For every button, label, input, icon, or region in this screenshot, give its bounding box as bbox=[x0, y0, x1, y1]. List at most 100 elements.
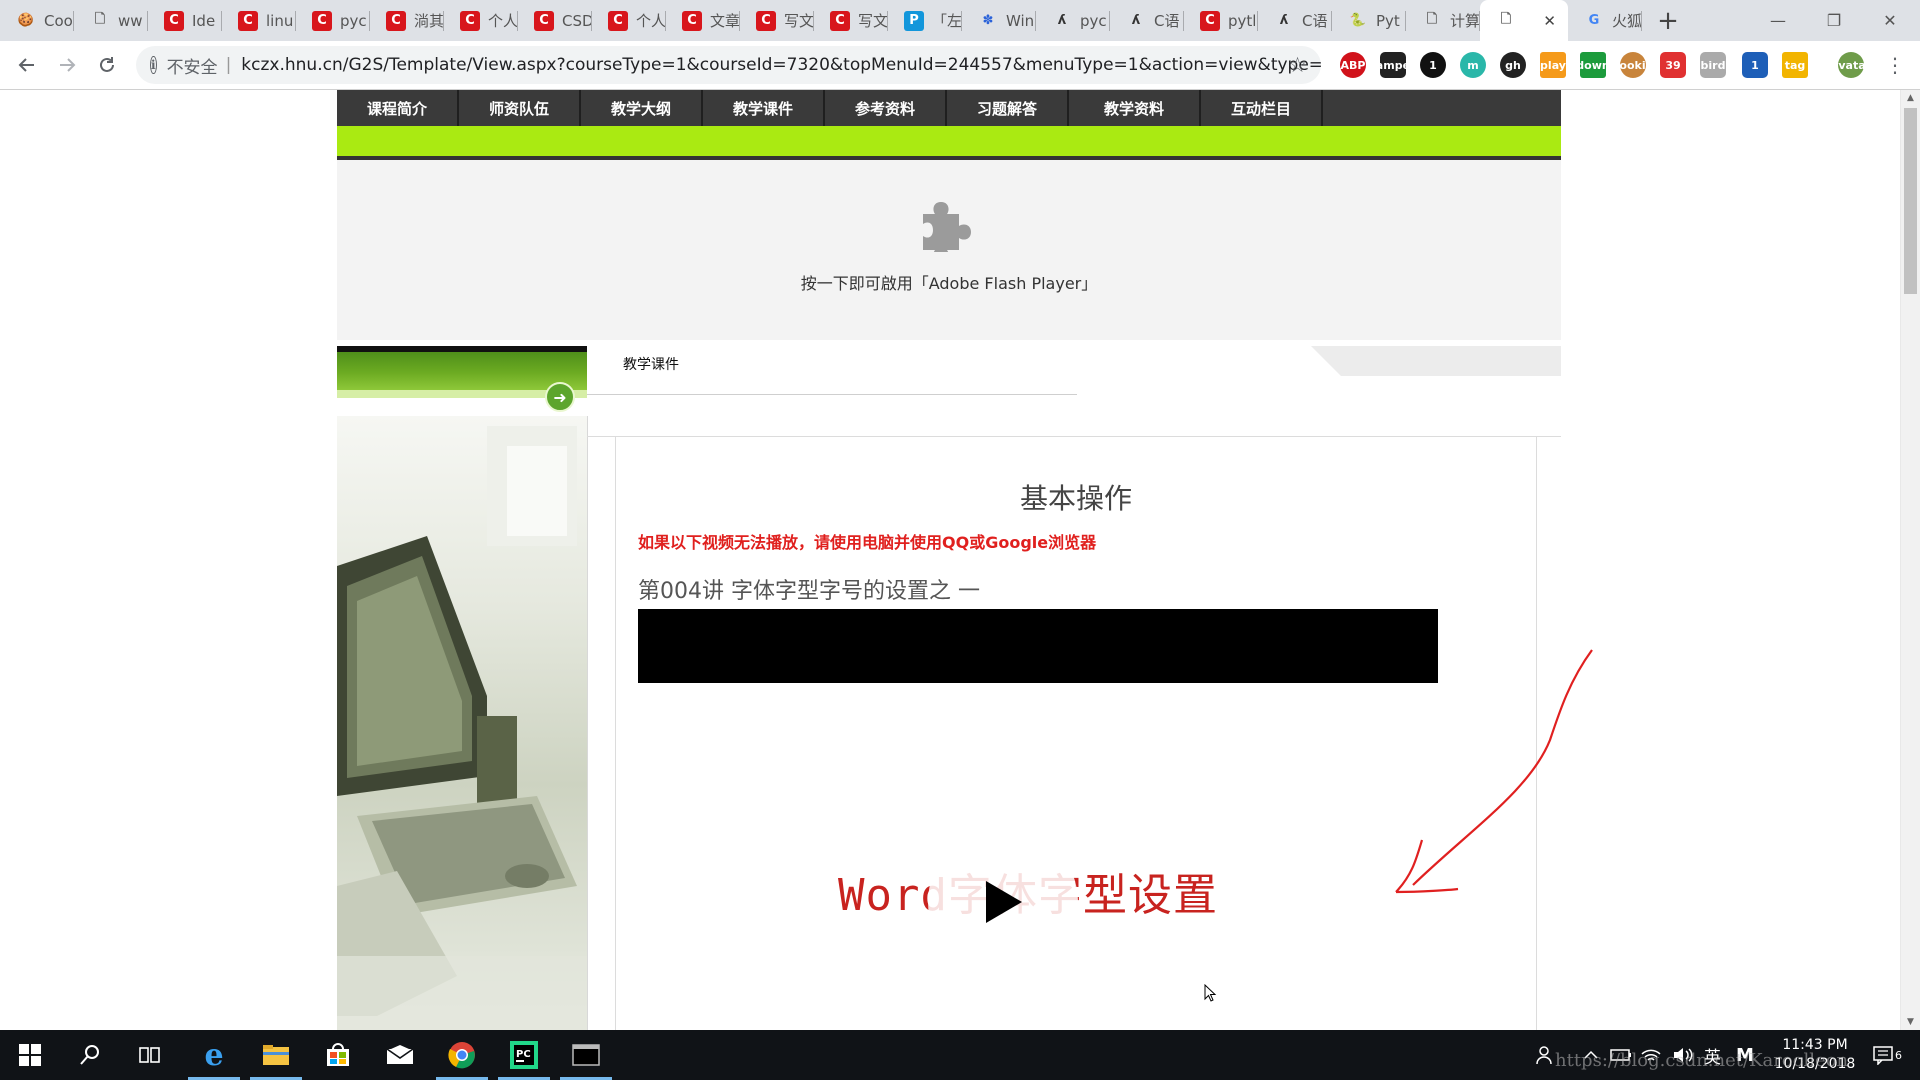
tab-label: C语 bbox=[1302, 12, 1328, 30]
tab-label: 火狐 bbox=[1612, 12, 1642, 30]
tab-label: pyc bbox=[1080, 11, 1107, 30]
breadcrumb-area: 教学课件 bbox=[587, 346, 1561, 436]
nav-item[interactable]: 教学资料 bbox=[1069, 90, 1201, 126]
terminal-icon[interactable] bbox=[556, 1030, 616, 1080]
csdn-icon: C bbox=[534, 10, 554, 31]
new-tab-button[interactable]: + bbox=[1652, 5, 1684, 37]
nav-item[interactable]: 互动栏目 bbox=[1201, 90, 1323, 126]
nav-item[interactable]: 习题解答 bbox=[947, 90, 1069, 126]
extension-cookie-icon[interactable]: cookie bbox=[1613, 52, 1653, 78]
edge-icon[interactable]: e bbox=[184, 1030, 244, 1080]
extension-down-icon[interactable]: down bbox=[1576, 52, 1610, 78]
chrome-icon[interactable] bbox=[432, 1030, 492, 1080]
security-label: 不安全 bbox=[166, 57, 218, 78]
flash-placeholder[interactable]: 按一下即可啟用「Adobe Flash Player」 bbox=[337, 160, 1561, 340]
store-icon[interactable] bbox=[308, 1030, 368, 1080]
extension-avatar-icon[interactable]: avatar bbox=[1831, 52, 1871, 78]
address-bar[interactable]: i 不安全 | kczx.hnu.cn/G2S/Template/View.as… bbox=[136, 46, 1321, 84]
tab-label: Win bbox=[1006, 11, 1035, 30]
browser-tab[interactable]: C 淌其 bbox=[370, 0, 444, 41]
scroll-down-arrow-icon[interactable]: ▼ bbox=[1901, 1014, 1920, 1030]
warning-text: 如果以下视频无法播放，请使用电脑并使用QQ或Google浏览器 bbox=[638, 533, 1097, 552]
browser-tab[interactable]: ʎ C语 bbox=[1110, 0, 1184, 41]
reload-button[interactable] bbox=[90, 48, 124, 82]
page-viewport: 课程简介 师资队伍 教学大纲 教学课件 参考资料 习题解答 教学资料 互动栏目 按一下即可啟用… bbox=[0, 90, 1920, 1030]
extension-39-icon[interactable]: 39 bbox=[1660, 52, 1686, 78]
extension-tag-icon[interactable]: tag bbox=[1782, 52, 1808, 78]
vertical-scrollbar[interactable]: ▲ ▼ bbox=[1900, 90, 1920, 1030]
tab-label: pyc bbox=[340, 11, 367, 30]
people-icon[interactable] bbox=[1536, 1030, 1556, 1080]
decorative-tab-shape bbox=[1311, 346, 1561, 376]
csdn-icon: C bbox=[608, 10, 628, 31]
menu-kebab-icon[interactable]: ⋮ bbox=[1878, 48, 1912, 82]
csdn-icon: C bbox=[756, 10, 776, 31]
mail-icon[interactable] bbox=[370, 1030, 430, 1080]
tab-label: Pyt bbox=[1376, 11, 1400, 30]
notification-center-icon[interactable]: 6 bbox=[1872, 1030, 1902, 1080]
restore-button[interactable]: ❐ bbox=[1804, 0, 1864, 41]
nav-item[interactable]: 教学大纲 bbox=[581, 90, 703, 126]
nav-item[interactable]: 课程简介 bbox=[337, 90, 459, 126]
browser-tab[interactable]: P 「左 bbox=[888, 0, 962, 41]
lecture-title: 第004讲 字体字型字号的设置之 一 bbox=[638, 579, 980, 604]
browser-tab[interactable]: 🍪 Coo bbox=[0, 0, 74, 41]
browser-tab[interactable]: ✽ Win bbox=[962, 0, 1036, 41]
browser-tab[interactable]: Clinu bbox=[222, 0, 296, 41]
browser-tab[interactable]: C 写文 bbox=[814, 0, 888, 41]
play-button[interactable] bbox=[928, 827, 1078, 977]
browser-tab[interactable]: ʎ pyc bbox=[1036, 0, 1110, 41]
pycharm-icon[interactable]: PC bbox=[494, 1030, 554, 1080]
close-window-button[interactable]: ✕ bbox=[1860, 0, 1920, 41]
tab-label: 个人 bbox=[636, 12, 666, 30]
browser-tab[interactable]: C 个人 bbox=[444, 0, 518, 41]
browser-tab[interactable]: C 写文 bbox=[740, 0, 814, 41]
browser-tab[interactable]: C 文章 bbox=[666, 0, 740, 41]
extension-gh-icon[interactable]: gh bbox=[1500, 52, 1526, 78]
browser-tab[interactable]: Cpyc bbox=[296, 0, 370, 41]
extension-abp-icon[interactable]: ABP bbox=[1340, 52, 1366, 78]
tab-label: 个人 bbox=[488, 12, 518, 30]
extension-1-icon[interactable]: 1 bbox=[1420, 52, 1446, 78]
nav-item[interactable]: 师资队伍 bbox=[459, 90, 581, 126]
task-view-icon[interactable] bbox=[120, 1030, 180, 1080]
extension-tamper-icon[interactable]: tamper bbox=[1371, 52, 1415, 78]
browser-tab[interactable]: C 个人 bbox=[592, 0, 666, 41]
scrollbar-thumb[interactable] bbox=[1904, 108, 1917, 294]
forward-button[interactable] bbox=[50, 48, 84, 82]
browser-tab[interactable]: 🗋 ww bbox=[74, 0, 148, 41]
search-icon[interactable] bbox=[60, 1030, 120, 1080]
browser-tab[interactable]: 🗋 计算 bbox=[1406, 0, 1480, 41]
file-explorer-icon[interactable] bbox=[246, 1030, 306, 1080]
browser-tab[interactable]: 🗋 ✕ bbox=[1480, 0, 1568, 41]
scroll-up-arrow-icon[interactable]: ▲ bbox=[1901, 90, 1920, 106]
extension-play-icon[interactable]: play bbox=[1540, 52, 1566, 78]
bookmark-star-icon[interactable]: ☆ bbox=[1288, 53, 1307, 77]
minimize-button[interactable]: — bbox=[1748, 0, 1808, 41]
computer-illustration bbox=[337, 426, 587, 1030]
arrow-right-icon[interactable]: ➜ bbox=[545, 382, 575, 412]
browser-tab[interactable]: C Ide bbox=[148, 0, 222, 41]
extension-1-icon[interactable]: 1 bbox=[1742, 52, 1768, 78]
back-arrow-icon bbox=[18, 58, 34, 72]
browser-tab[interactable]: Cpytl bbox=[1184, 0, 1258, 41]
extension-m-icon[interactable]: m bbox=[1460, 52, 1486, 78]
tab-close-icon[interactable]: ✕ bbox=[1543, 12, 1556, 30]
tab-label: 文章 bbox=[710, 12, 740, 30]
browser-tab[interactable]: 🐍 Pyt bbox=[1332, 0, 1406, 41]
address-separator: | bbox=[225, 55, 232, 75]
browser-tab[interactable]: ʎ C语 bbox=[1258, 0, 1332, 41]
csdn-icon: C bbox=[386, 10, 406, 31]
extension-bird-icon[interactable]: bird bbox=[1700, 52, 1726, 78]
plugin-puzzle-icon bbox=[923, 202, 971, 252]
nav-item[interactable]: 教学课件 bbox=[703, 90, 825, 126]
nav-item[interactable]: 参考资料 bbox=[825, 90, 947, 126]
flash-message[interactable]: 按一下即可啟用「Adobe Flash Player」 bbox=[337, 270, 1561, 294]
browser-tab[interactable]: C CSD bbox=[518, 0, 592, 41]
browser-tab[interactable]: G 火狐 bbox=[1568, 0, 1642, 41]
site-info-icon[interactable]: i bbox=[150, 56, 157, 74]
url-text[interactable]: kczx.hnu.cn/G2S/Template/View.aspx?cours… bbox=[241, 55, 1321, 75]
start-button[interactable] bbox=[0, 1030, 60, 1080]
back-button[interactable] bbox=[10, 48, 44, 82]
csdn-icon: C bbox=[1200, 10, 1220, 31]
